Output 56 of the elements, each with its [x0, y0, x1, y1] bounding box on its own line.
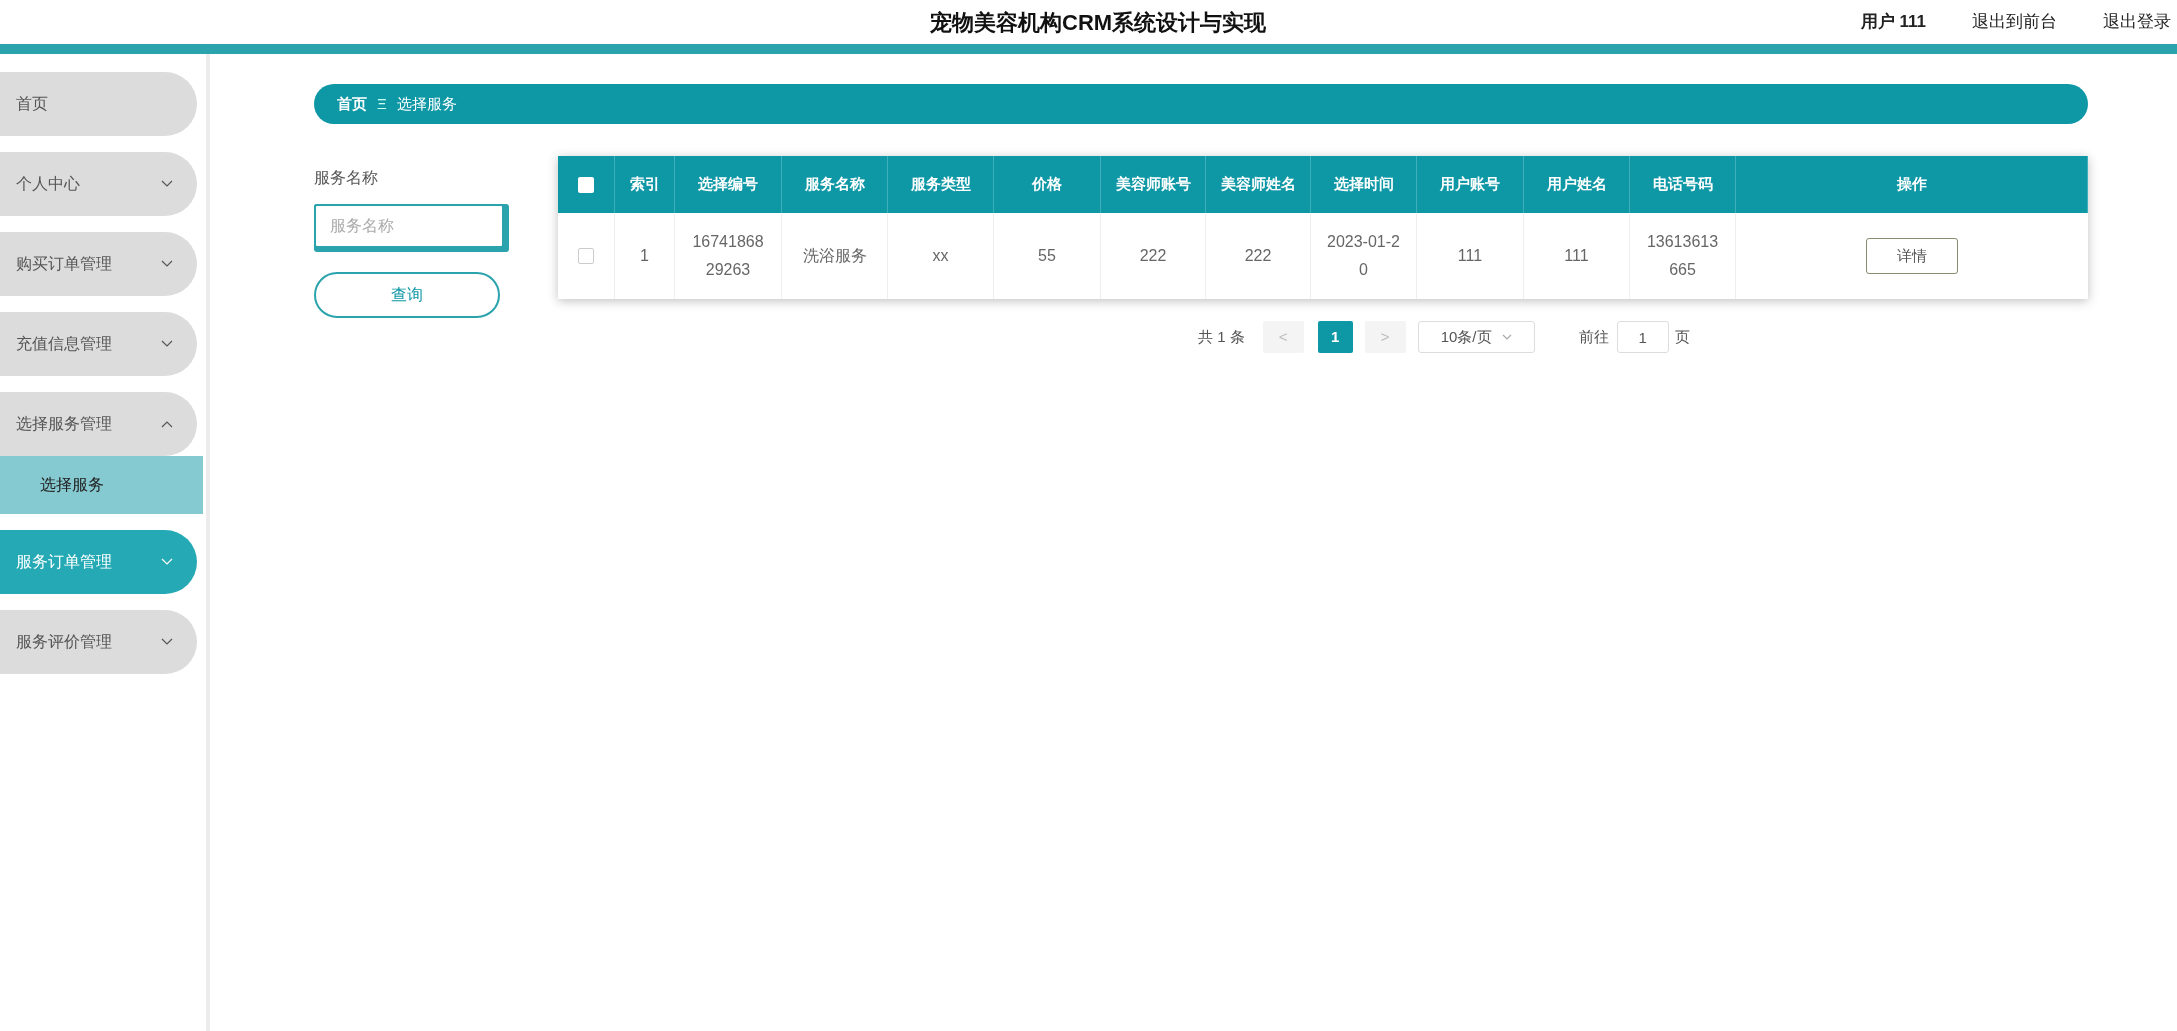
app-title: 宠物美容机构CRM系统设计与实现 — [930, 8, 1267, 37]
goto-label: 前往 — [1578, 326, 1609, 347]
column-header: 美容师姓名 — [1206, 156, 1311, 213]
header-link[interactable]: 退出到前台 — [1972, 9, 2057, 35]
column-header: 用户账号 — [1417, 156, 1524, 213]
chevron-down-icon — [161, 260, 173, 268]
select-all-checkbox[interactable] — [578, 176, 594, 193]
sidebar-item[interactable]: 购买订单管理 — [0, 232, 197, 296]
breadcrumb-link[interactable]: 首页 — [337, 92, 367, 116]
column-header: 选择时间 — [1311, 156, 1417, 213]
sidebar-item[interactable]: 个人中心 — [0, 152, 197, 216]
total-count: 共 1 条 — [1198, 326, 1245, 347]
sidebar-item[interactable]: 充值信息管理 — [0, 312, 197, 376]
table-cell-text: 111 — [1564, 246, 1589, 266]
table-cell-text: 111 — [1457, 246, 1483, 266]
query-button[interactable]: 查询 — [314, 272, 500, 318]
sidebar-item[interactable]: 首页 — [0, 72, 197, 136]
table-cell-text: 13613613665 — [1645, 232, 1720, 280]
goto-page-field[interactable]: 1 — [1616, 321, 1669, 353]
table-cell-text: 洗浴服务 — [802, 246, 867, 266]
row-checkbox[interactable] — [578, 248, 594, 264]
table-cell-text: 222 — [1139, 246, 1167, 266]
table-cell-text: 222 — [1244, 246, 1272, 266]
goto-suffix: 页 — [1674, 326, 1690, 347]
page-size-select[interactable]: 10条/页 — [1417, 321, 1535, 353]
column-header: 索引 — [615, 156, 675, 213]
column-header: 美容师账号 — [1101, 156, 1206, 213]
chevron-down-icon — [161, 340, 173, 348]
table-cell-text: xx — [932, 246, 949, 266]
column-header: 选择编号 — [675, 156, 782, 213]
chevron-down-icon — [161, 180, 173, 188]
breadcrumb-separator: Ξ — [377, 93, 387, 114]
chevron-down-icon — [161, 638, 173, 646]
chevron-up-icon — [161, 420, 173, 428]
field-label: 服务名称 — [314, 168, 379, 188]
chevron-down-icon — [161, 558, 173, 566]
sidebar-item[interactable]: 服务评价管理 — [0, 610, 197, 674]
search-field[interactable]: 服务名称 — [314, 204, 509, 252]
header-link[interactable]: 退出登录 — [2103, 9, 2171, 35]
sidebar-item[interactable]: 选择服务管理 — [0, 392, 197, 456]
table-cell-text: 55 — [1038, 246, 1056, 266]
chevron-down-icon — [1501, 334, 1512, 340]
user-label: 用户 111 — [1860, 11, 1926, 34]
table-cell-text: 2023-01-20 — [1326, 232, 1401, 280]
sidebar-subitem[interactable]: 选择服务 — [0, 456, 203, 514]
breadcrumb-link[interactable]: 选择服务 — [396, 92, 457, 116]
column-header: 价格 — [994, 156, 1101, 213]
column-header: 操作 — [1736, 156, 2088, 213]
column-header: 用户姓名 — [1524, 156, 1630, 213]
table-cell-text: 1 — [640, 246, 649, 266]
column-header: 电话号码 — [1630, 156, 1736, 213]
column-header: 服务类型 — [888, 156, 994, 213]
details-button[interactable]: 详情 — [1866, 238, 1958, 274]
page-button[interactable]: 1 — [1317, 321, 1353, 353]
column-header: 服务名称 — [782, 156, 888, 213]
table-cell-text: 1674186829263 — [691, 232, 765, 280]
